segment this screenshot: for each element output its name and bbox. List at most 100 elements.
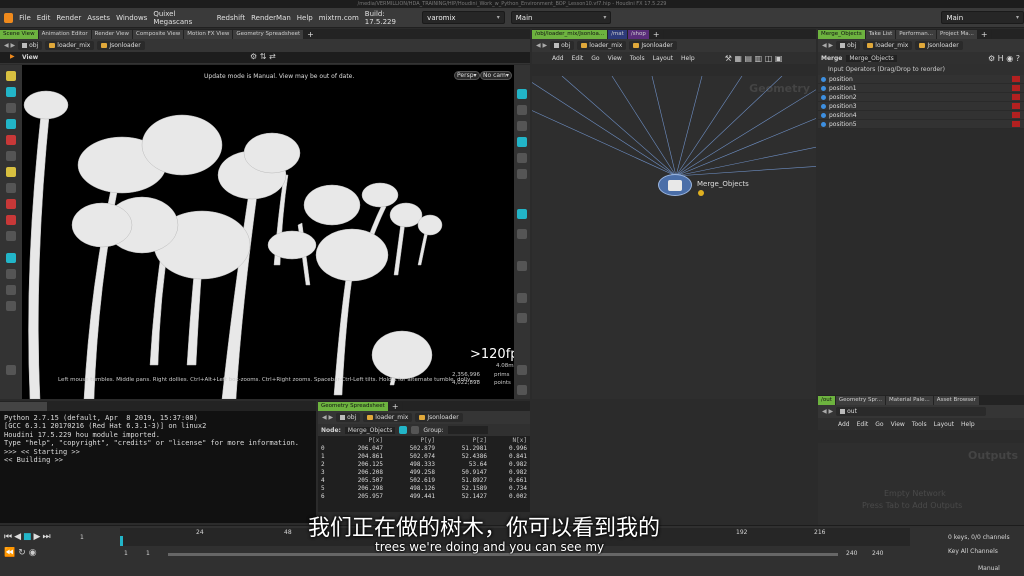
net-menu-tools[interactable]: Tools xyxy=(630,55,645,62)
select-tool-icon[interactable] xyxy=(6,71,16,81)
lighting-icon[interactable] xyxy=(517,153,527,163)
net-menu-add[interactable]: Add xyxy=(552,55,564,62)
tab-performance[interactable]: Performan... xyxy=(896,30,937,39)
jump-end-icon[interactable]: ⏭ xyxy=(42,532,52,542)
play-reverse-icon[interactable]: ◀ xyxy=(14,532,23,542)
eye-icon[interactable] xyxy=(6,365,16,375)
out-menu-view[interactable]: View xyxy=(891,421,905,428)
scale-tool-icon[interactable] xyxy=(6,119,16,129)
column-header[interactable] xyxy=(318,436,334,444)
table-row[interactable]: 3 206.208 499.258 50.9147 0.982 xyxy=(318,468,530,476)
column-header[interactable]: P[x] xyxy=(334,436,386,444)
desktop-selector-3[interactable]: Main ▾ xyxy=(941,11,1024,24)
range-start-field[interactable]: 1 xyxy=(124,550,128,557)
skip-back-icon[interactable]: ⏪ xyxy=(4,548,18,558)
remove-input-icon[interactable] xyxy=(1012,103,1020,109)
net-path-loader-mix[interactable]: loader_mix xyxy=(577,41,627,50)
tab-scene-view[interactable]: Scene View xyxy=(0,30,39,39)
tab-composite-view[interactable]: Composite View xyxy=(133,30,185,39)
display-icon[interactable] xyxy=(517,89,527,99)
jump-start-icon[interactable]: ⏮ xyxy=(4,532,14,542)
net-menu-edit[interactable]: Edit xyxy=(572,55,584,62)
net-menu-go[interactable]: Go xyxy=(591,55,599,62)
desktop-selector[interactable]: varomix ▾ xyxy=(422,11,505,24)
menu-file[interactable]: File xyxy=(16,14,34,22)
lock-icon[interactable] xyxy=(517,105,527,115)
background-icon[interactable] xyxy=(517,385,527,395)
abc-icon[interactable] xyxy=(517,365,527,375)
input-operator-row[interactable]: position5 xyxy=(818,120,1024,129)
tab-network-shop[interactable]: /shop xyxy=(627,30,650,39)
out-menu-add[interactable]: Add xyxy=(838,421,850,428)
camera-view-icon[interactable] xyxy=(517,209,527,219)
python-console[interactable]: Python 2.7.15 (default, Apr 8 2019, 15:3… xyxy=(0,411,316,523)
path-jsonloader[interactable]: Jsonloader xyxy=(97,41,145,50)
wireframe-icon[interactable] xyxy=(517,121,527,131)
point-icon[interactable] xyxy=(517,261,527,271)
input-operator-row[interactable]: position xyxy=(818,75,1024,84)
out-menu-edit[interactable]: Edit xyxy=(857,421,869,428)
input-operator-row[interactable]: position4 xyxy=(818,111,1024,120)
pose-tool-icon[interactable] xyxy=(6,151,16,161)
table-row[interactable]: 2 206.125 498.333 53.64 0.982 xyxy=(318,460,530,468)
number-icon[interactable] xyxy=(517,313,527,323)
menu-mixtrn[interactable]: mixtrn.com xyxy=(316,14,362,22)
tab-merge-objects[interactable]: Merge_Objects xyxy=(818,30,866,39)
points-mode-icon[interactable] xyxy=(399,426,408,434)
bulb-icon[interactable] xyxy=(517,169,527,179)
out-path[interactable]: out xyxy=(836,407,987,416)
tab-asset-browser[interactable]: Asset Browser xyxy=(933,396,980,405)
params-nav-icon[interactable]: ◀ ▶ xyxy=(822,42,833,49)
out-menu-go[interactable]: Go xyxy=(875,421,883,428)
table-row[interactable]: 6 205.957 499.441 52.1427 0.002 xyxy=(318,492,530,500)
tab-network-mat[interactable]: /mat xyxy=(608,30,628,39)
net-path-jsonloader[interactable]: Jsonloader xyxy=(629,41,677,50)
sheet-path-obj[interactable]: obj xyxy=(336,413,361,422)
render-icon[interactable] xyxy=(6,285,16,295)
spreadsheet-node-field[interactable]: Merge_Objects xyxy=(344,426,396,434)
add-params-tab-button[interactable]: + xyxy=(978,30,992,39)
tab-motion-fx-view[interactable]: Motion FX View xyxy=(184,30,234,39)
out-menu-help[interactable]: Help xyxy=(961,421,975,428)
sheet-nav-icon[interactable]: ◀ ▶ xyxy=(322,414,333,421)
stop-icon[interactable]: ■ xyxy=(23,532,34,542)
tab-render-view[interactable]: Render View xyxy=(91,30,134,39)
input-operator-row[interactable]: position1 xyxy=(818,84,1024,93)
snap-tool-icon[interactable] xyxy=(6,215,16,225)
view-tool-icon[interactable] xyxy=(6,183,16,193)
camera-menu[interactable]: No cam▾ xyxy=(480,71,512,80)
range-end-field[interactable]: 240 xyxy=(846,550,857,557)
params-path-jsonloader[interactable]: Jsonloader xyxy=(915,41,963,50)
key-all-channels-button[interactable]: Key All Channels xyxy=(948,548,998,555)
magnet-tool-icon[interactable] xyxy=(6,199,16,209)
input-operator-row[interactable]: position3 xyxy=(818,102,1024,111)
params-path-loader-mix[interactable]: loader_mix xyxy=(863,41,913,50)
out-menu-tools[interactable]: Tools xyxy=(912,421,927,428)
menu-windows[interactable]: Windows xyxy=(113,14,150,22)
path-loader-mix[interactable]: loader_mix xyxy=(45,41,95,50)
tab-network-jsonloader[interactable]: /obj/loader_mix/Jsonloa... xyxy=(532,30,609,39)
tab-geometry-spreadsheet[interactable]: Geometry Spreadsheet xyxy=(233,30,305,39)
out-network-canvas[interactable]: Outputs Empty Network Press Tab to Add O… xyxy=(818,443,1024,525)
menu-edit[interactable]: Edit xyxy=(34,14,54,22)
rotate-tool-icon[interactable] xyxy=(6,103,16,113)
tab-geometry-spreadsheet-main[interactable]: Geometry Spreadsheet xyxy=(318,402,389,411)
viewport-menu-icon[interactable]: ▶ xyxy=(10,53,15,60)
grid-snap-icon[interactable] xyxy=(6,231,16,241)
input-operator-row[interactable]: position2 xyxy=(818,93,1024,102)
brush-tool-icon[interactable] xyxy=(6,167,16,177)
tab-python-shell[interactable] xyxy=(0,402,48,411)
menu-quixel[interactable]: Quixel Megascans xyxy=(150,10,213,26)
net-menu-view[interactable]: View xyxy=(608,55,622,62)
light-icon[interactable] xyxy=(6,269,16,279)
grid-icon[interactable] xyxy=(517,229,527,239)
tab-project-manager[interactable]: Project Ma... xyxy=(936,30,978,39)
column-header[interactable]: P[y] xyxy=(386,436,438,444)
playback-controls[interactable]: ⏮◀■▶⏭ xyxy=(4,532,53,542)
menu-assets[interactable]: Assets xyxy=(84,14,113,22)
menu-help[interactable]: Help xyxy=(294,14,316,22)
column-header[interactable]: P[z] xyxy=(438,436,490,444)
current-frame-marker[interactable] xyxy=(120,536,123,546)
remove-input-icon[interactable] xyxy=(1012,121,1020,127)
params-path-obj[interactable]: obj xyxy=(836,41,861,50)
